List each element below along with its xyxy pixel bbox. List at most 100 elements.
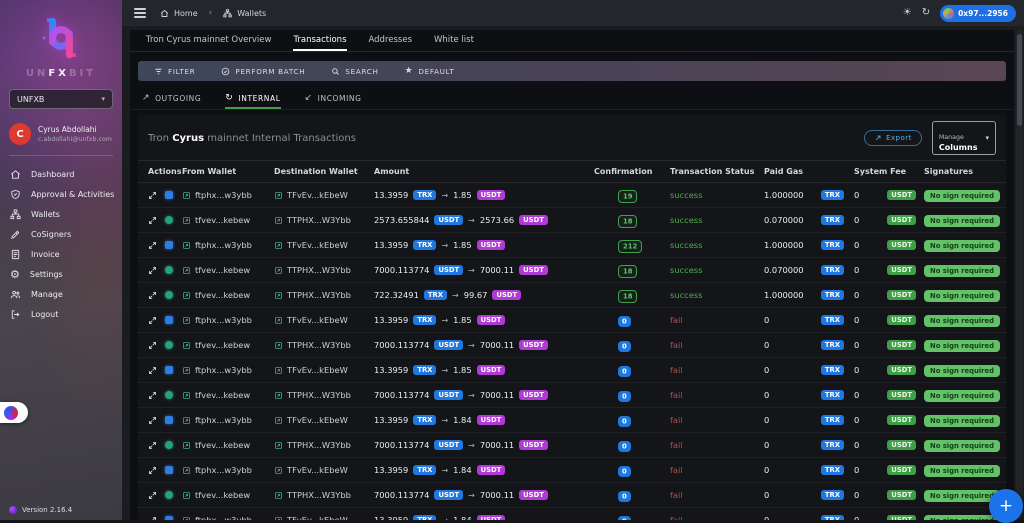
from-wallet-address[interactable]: tfvev...kebew xyxy=(195,440,250,450)
expand-icon[interactable] xyxy=(148,191,157,200)
tab-white-list[interactable]: White list xyxy=(434,30,474,51)
table-row[interactable]: ftphx...w3ybb TFvEv...kEbeW 13.3959 TRX … xyxy=(138,183,1006,208)
refresh-icon[interactable]: ↻ xyxy=(922,8,930,18)
open-address-icon[interactable] xyxy=(182,491,191,500)
open-address-icon[interactable] xyxy=(182,366,191,375)
open-address-icon[interactable] xyxy=(274,341,283,350)
destination-wallet-address[interactable]: TTPHX...W3Ybb xyxy=(287,340,351,350)
destination-wallet-address[interactable]: TTPHX...W3Ybb xyxy=(287,215,351,225)
tab-transactions[interactable]: Transactions xyxy=(293,30,346,51)
table-row[interactable]: tfvev...kebew TTPHX...W3Ybb 7000.113774 … xyxy=(138,483,1006,508)
open-address-icon[interactable] xyxy=(274,191,283,200)
from-wallet-address[interactable]: ftphx...w3ybb xyxy=(195,190,252,200)
vertical-scrollbar[interactable] xyxy=(1016,30,1023,519)
open-address-icon[interactable] xyxy=(182,316,191,325)
expand-icon[interactable] xyxy=(148,366,157,375)
expand-icon[interactable] xyxy=(148,466,157,475)
breadcrumb-section[interactable]: Wallets xyxy=(237,9,266,18)
sidebar-item-settings[interactable]: ⚙ Settings xyxy=(0,264,122,284)
destination-wallet-address[interactable]: TFvEv...kEbeW xyxy=(287,365,348,375)
table-row[interactable]: ftphx...w3ybb TFvEv...kEbeW 13.3959 TRX … xyxy=(138,458,1006,483)
sidebar-item-manage[interactable]: Manage xyxy=(0,284,122,304)
destination-wallet-address[interactable]: TTPHX...W3Ybb xyxy=(287,265,351,275)
open-address-icon[interactable] xyxy=(274,241,283,250)
from-wallet-address[interactable]: ftphx...w3ybb xyxy=(195,515,252,520)
open-address-icon[interactable] xyxy=(182,341,191,350)
search-button[interactable]: SEARCH xyxy=(331,67,378,76)
open-address-icon[interactable] xyxy=(182,441,191,450)
open-address-icon[interactable] xyxy=(182,191,191,200)
open-address-icon[interactable] xyxy=(182,516,191,521)
tab-overview[interactable]: Tron Cyrus mainnet Overview xyxy=(146,30,271,51)
tab-addresses[interactable]: Addresses xyxy=(369,30,413,51)
open-address-icon[interactable] xyxy=(274,291,283,300)
sidebar-item-invoice[interactable]: Invoice xyxy=(0,244,122,264)
expand-icon[interactable] xyxy=(148,241,157,250)
breadcrumb-home[interactable]: Home xyxy=(174,9,198,18)
expand-icon[interactable] xyxy=(148,216,157,225)
destination-wallet-address[interactable]: TTPHX...W3Ybb xyxy=(287,490,351,500)
from-wallet-address[interactable]: tfvev...kebew xyxy=(195,290,250,300)
table-row[interactable]: tfvev...kebew TTPHX...W3Ybb 7000.113774 … xyxy=(138,333,1006,358)
open-address-icon[interactable] xyxy=(182,391,191,400)
table-row[interactable]: ftphx...w3ybb TFvEv...kEbeW 13.3959 TRX … xyxy=(138,233,1006,258)
theme-toggle-icon[interactable]: ☀ xyxy=(903,8,912,18)
open-address-icon[interactable] xyxy=(182,466,191,475)
open-address-icon[interactable] xyxy=(274,316,283,325)
open-address-icon[interactable] xyxy=(274,441,283,450)
connected-wallet-button[interactable]: 0x97...2956 xyxy=(940,5,1016,22)
destination-wallet-address[interactable]: TFvEv...kEbeW xyxy=(287,240,348,250)
from-wallet-address[interactable]: ftphx...w3ybb xyxy=(195,415,252,425)
sidebar-item-dashboard[interactable]: Dashboard xyxy=(0,164,122,184)
destination-wallet-address[interactable]: TFvEv...kEbeW xyxy=(287,465,348,475)
table-row[interactable]: tfvev...kebew TTPHX...W3Ybb 2573.655844 … xyxy=(138,208,1006,233)
destination-wallet-address[interactable]: TFvEv...kEbeW xyxy=(287,315,348,325)
open-address-icon[interactable] xyxy=(274,366,283,375)
destination-wallet-address[interactable]: TTPHX...W3Ybb xyxy=(287,440,351,450)
expand-icon[interactable] xyxy=(148,416,157,425)
destination-wallet-address[interactable]: TFvEv...kEbeW xyxy=(287,415,348,425)
destination-wallet-address[interactable]: TFvEv...kEbeW xyxy=(287,190,348,200)
open-address-icon[interactable] xyxy=(182,416,191,425)
open-address-icon[interactable] xyxy=(182,216,191,225)
destination-wallet-address[interactable]: TTPHX...W3Ybb xyxy=(287,290,351,300)
expand-icon[interactable] xyxy=(148,266,157,275)
open-address-icon[interactable] xyxy=(274,516,283,521)
expand-icon[interactable] xyxy=(148,316,157,325)
expand-icon[interactable] xyxy=(148,391,157,400)
tab-internal[interactable]: ↻ INTERNAL xyxy=(225,89,280,109)
hamburger-menu-icon[interactable] xyxy=(134,8,146,18)
table-row[interactable]: ftphx...w3ybb TFvEv...kEbeW 13.3959 TRX … xyxy=(138,408,1006,433)
sidebar-item-cosigners[interactable]: CoSigners xyxy=(0,224,122,244)
table-row[interactable]: tfvev...kebew TTPHX...W3Ybb 7000.113774 … xyxy=(138,433,1006,458)
export-button[interactable]: Export xyxy=(864,130,922,146)
destination-wallet-address[interactable]: TTPHX...W3Ybb xyxy=(287,390,351,400)
open-address-icon[interactable] xyxy=(182,241,191,250)
expand-icon[interactable] xyxy=(148,491,157,500)
table-row[interactable]: tfvev...kebew TTPHX...W3Ybb 7000.113774 … xyxy=(138,258,1006,283)
expand-icon[interactable] xyxy=(148,441,157,450)
from-wallet-address[interactable]: ftphx...w3ybb xyxy=(195,315,252,325)
table-row[interactable]: ftphx...w3ybb TFvEv...kEbeW 13.3959 TRX … xyxy=(138,508,1006,520)
from-wallet-address[interactable]: tfvev...kebew xyxy=(195,490,250,500)
default-button[interactable]: ★ DEFAULT xyxy=(405,67,455,76)
open-address-icon[interactable] xyxy=(274,491,283,500)
from-wallet-address[interactable]: ftphx...w3ybb xyxy=(195,240,252,250)
open-address-icon[interactable] xyxy=(274,466,283,475)
open-address-icon[interactable] xyxy=(182,291,191,300)
sidebar-item-approval-activities[interactable]: Approval & Activities xyxy=(0,184,122,204)
perform-batch-button[interactable]: PERFORM BATCH xyxy=(221,67,305,76)
widget-launcher-button[interactable] xyxy=(0,402,28,423)
sidebar-item-wallets[interactable]: Wallets xyxy=(0,204,122,224)
table-row[interactable]: ftphx...w3ybb TFvEv...kEbeW 13.3959 TRX … xyxy=(138,308,1006,333)
from-wallet-address[interactable]: ftphx...w3ybb xyxy=(195,365,252,375)
table-row[interactable]: tfvev...kebew TTPHX...W3Ybb 722.32491 TR… xyxy=(138,283,1006,308)
tab-outgoing[interactable]: ↗ OUTGOING xyxy=(142,89,201,109)
from-wallet-address[interactable]: tfvev...kebew xyxy=(195,265,250,275)
organization-select[interactable]: UNFXB ▾ xyxy=(9,89,113,109)
from-wallet-address[interactable]: tfvev...kebew xyxy=(195,215,250,225)
open-address-icon[interactable] xyxy=(274,266,283,275)
scrollbar-thumb[interactable] xyxy=(1017,34,1022,126)
table-row[interactable]: tfvev...kebew TTPHX...W3Ybb 7000.113774 … xyxy=(138,383,1006,408)
destination-wallet-address[interactable]: TFvEv...kEbeW xyxy=(287,515,348,520)
